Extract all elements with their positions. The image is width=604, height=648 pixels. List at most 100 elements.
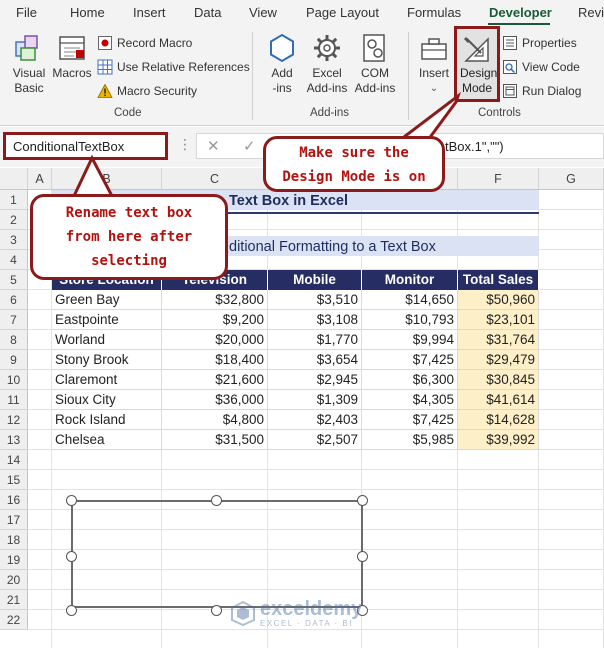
resize-handle[interactable] xyxy=(211,495,222,506)
row-header[interactable]: 19 xyxy=(0,550,28,570)
cancel-icon[interactable]: ✕ xyxy=(207,137,220,155)
row-header[interactable]: 8 xyxy=(0,330,28,350)
sales-cell[interactable]: $18,400 xyxy=(162,350,268,370)
sales-cell[interactable]: $36,000 xyxy=(162,390,268,410)
store-cell[interactable]: Claremont xyxy=(52,370,162,390)
row-header[interactable]: 16 xyxy=(0,490,28,510)
sales-cell[interactable]: $5,985 xyxy=(362,430,458,450)
addins-button[interactable]: Add-ins xyxy=(262,32,302,96)
sales-cell[interactable]: $1,770 xyxy=(268,330,362,350)
view-code-button[interactable]: View Code xyxy=(502,59,580,75)
total-sales-cell[interactable]: $31,764 xyxy=(458,330,539,350)
menu-tab[interactable]: File xyxy=(16,5,37,20)
relative-references-button[interactable]: Use Relative References xyxy=(97,59,250,75)
macros-button[interactable]: Macros xyxy=(50,32,94,81)
row-header[interactable]: 20 xyxy=(0,570,28,590)
table-header-cell[interactable]: Monitor xyxy=(362,270,458,290)
total-sales-cell[interactable]: $23,101 xyxy=(458,310,539,330)
resize-handle[interactable] xyxy=(66,551,77,562)
row-header[interactable]: 5 xyxy=(0,270,28,290)
sales-cell[interactable]: $9,994 xyxy=(362,330,458,350)
menu-tab[interactable]: Revi xyxy=(578,5,604,20)
insert-control-button[interactable]: Insert ⌄ xyxy=(414,32,454,96)
row-header[interactable]: 1 xyxy=(0,190,28,210)
row-header[interactable]: 4 xyxy=(0,250,28,270)
sales-cell[interactable]: $2,945 xyxy=(268,370,362,390)
visual-basic-button[interactable]: Visual Basic xyxy=(6,32,52,96)
menu-tab[interactable]: Page Layout xyxy=(306,5,379,20)
table-header-cell[interactable]: Total Sales xyxy=(458,270,539,290)
macro-security-button[interactable]: Macro Security xyxy=(97,83,197,99)
resize-handle[interactable] xyxy=(211,605,222,616)
row-header[interactable]: 13 xyxy=(0,430,28,450)
row-header[interactable]: 17 xyxy=(0,510,28,530)
resize-handle[interactable] xyxy=(66,495,77,506)
resize-handle[interactable] xyxy=(357,495,368,506)
menu-tab[interactable]: Insert xyxy=(133,5,166,20)
conditional-text-box[interactable] xyxy=(71,500,363,608)
total-sales-cell[interactable]: $29,479 xyxy=(458,350,539,370)
properties-button[interactable]: Properties xyxy=(502,35,577,51)
name-box[interactable]: ConditionalTextBox xyxy=(3,132,168,160)
total-sales-cell[interactable]: $50,960 xyxy=(458,290,539,310)
sales-cell[interactable]: $7,425 xyxy=(362,410,458,430)
sales-cell[interactable]: $14,650 xyxy=(362,290,458,310)
store-cell[interactable]: Eastpointe xyxy=(52,310,162,330)
total-sales-cell[interactable]: $41,614 xyxy=(458,390,539,410)
store-cell[interactable]: Green Bay xyxy=(52,290,162,310)
sales-cell[interactable]: $4,305 xyxy=(362,390,458,410)
sales-cell[interactable]: $6,300 xyxy=(362,370,458,390)
total-sales-cell[interactable]: $39,992 xyxy=(458,430,539,450)
menu-tab[interactable]: Data xyxy=(194,5,221,20)
record-macro-button[interactable]: Record Macro xyxy=(97,35,192,51)
excel-addins-button[interactable]: Excel Add-ins xyxy=(304,32,350,96)
column-header[interactable]: B xyxy=(52,168,162,190)
row-header[interactable]: 15 xyxy=(0,470,28,490)
sales-cell[interactable]: $9,200 xyxy=(162,310,268,330)
sales-cell[interactable]: $32,800 xyxy=(162,290,268,310)
menu-tab[interactable]: Home xyxy=(70,5,105,20)
sales-cell[interactable]: $3,654 xyxy=(268,350,362,370)
sales-cell[interactable]: $21,600 xyxy=(162,370,268,390)
row-header[interactable]: 3 xyxy=(0,230,28,250)
column-header[interactable]: A xyxy=(28,168,52,190)
sales-cell[interactable]: $1,309 xyxy=(268,390,362,410)
column-header[interactable]: F xyxy=(458,168,539,190)
select-all-corner[interactable] xyxy=(0,168,28,190)
row-header[interactable]: 2 xyxy=(0,210,28,230)
resize-handle[interactable] xyxy=(357,551,368,562)
sales-cell[interactable]: $3,108 xyxy=(268,310,362,330)
store-cell[interactable]: Stony Brook xyxy=(52,350,162,370)
row-header[interactable]: 10 xyxy=(0,370,28,390)
com-addins-button[interactable]: COM Add-ins xyxy=(352,32,398,96)
row-header[interactable]: 7 xyxy=(0,310,28,330)
row-header[interactable]: 11 xyxy=(0,390,28,410)
run-dialog-button[interactable]: Run Dialog xyxy=(502,83,581,99)
confirm-icon[interactable]: ✓ xyxy=(243,137,256,155)
sales-cell[interactable]: $4,800 xyxy=(162,410,268,430)
row-header[interactable]: 14 xyxy=(0,450,28,470)
row-header[interactable]: 22 xyxy=(0,610,28,630)
table-header-cell[interactable]: Mobile xyxy=(268,270,362,290)
row-header[interactable]: 18 xyxy=(0,530,28,550)
column-header[interactable]: C xyxy=(162,168,268,190)
menu-tab[interactable]: Developer xyxy=(489,5,552,20)
total-sales-cell[interactable]: $30,845 xyxy=(458,370,539,390)
sales-cell[interactable]: $2,507 xyxy=(268,430,362,450)
store-cell[interactable]: Worland xyxy=(52,330,162,350)
row-header[interactable]: 6 xyxy=(0,290,28,310)
menu-tab[interactable]: Formulas xyxy=(407,5,461,20)
row-header[interactable]: 12 xyxy=(0,410,28,430)
total-sales-cell[interactable]: $14,628 xyxy=(458,410,539,430)
row-header[interactable]: 21 xyxy=(0,590,28,610)
menu-tab[interactable]: View xyxy=(249,5,277,20)
store-cell[interactable]: Chelsea xyxy=(52,430,162,450)
column-header[interactable]: G xyxy=(539,168,604,190)
sales-cell[interactable]: $10,793 xyxy=(362,310,458,330)
resize-handle[interactable] xyxy=(66,605,77,616)
sales-cell[interactable]: $31,500 xyxy=(162,430,268,450)
sales-cell[interactable]: $7,425 xyxy=(362,350,458,370)
row-header[interactable]: 9 xyxy=(0,350,28,370)
sales-cell[interactable]: $2,403 xyxy=(268,410,362,430)
store-cell[interactable]: Sioux City xyxy=(52,390,162,410)
